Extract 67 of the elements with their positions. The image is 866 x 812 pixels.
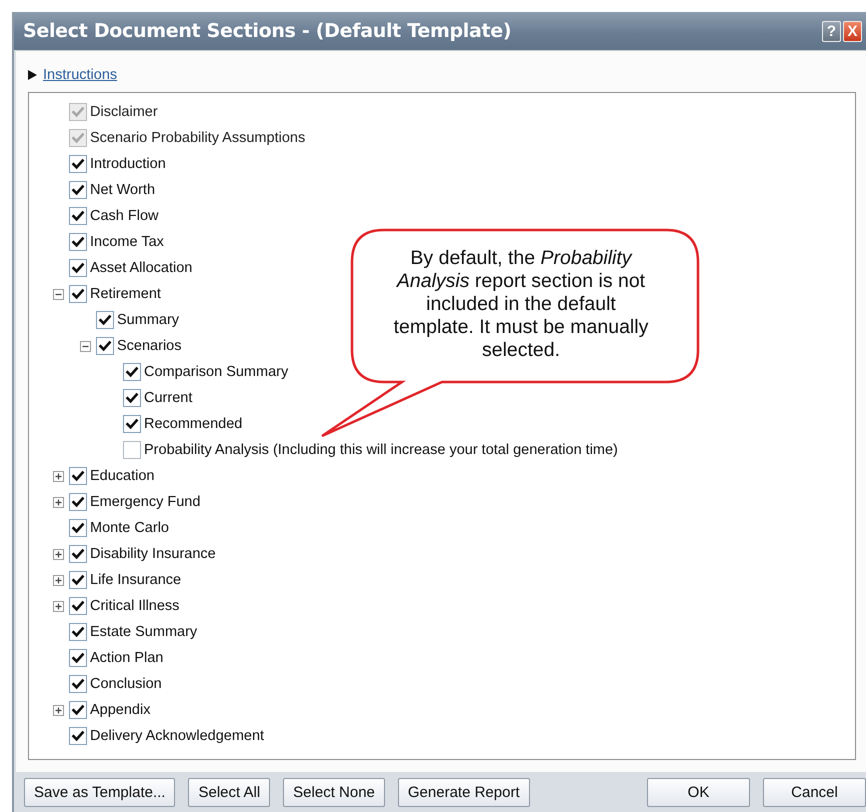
section-label: Asset Allocation	[90, 260, 192, 276]
section-label: Retirement	[90, 286, 161, 302]
section-label: Net Worth	[90, 182, 156, 198]
checkbox[interactable]	[69, 701, 87, 719]
section-label: Introduction	[90, 156, 166, 172]
window-title: Select Document Sections - (Default Template)	[23, 20, 512, 42]
collapse-icon[interactable]	[80, 340, 91, 352]
checkbox[interactable]	[69, 493, 87, 511]
section-label: Income Tax	[90, 234, 164, 250]
section-label: Scenarios	[117, 338, 182, 354]
section-label: Critical Illness	[90, 598, 180, 614]
dialog-button[interactable]: Cancel	[763, 778, 866, 806]
checkbox[interactable]	[69, 233, 87, 251]
section-label: Recommended	[144, 416, 242, 432]
section-label: Summary	[117, 312, 180, 328]
instructions-link[interactable]: Instructions	[43, 67, 118, 83]
checkbox[interactable]	[123, 363, 141, 381]
section-label: Education	[90, 468, 154, 484]
section-label: Action Plan	[90, 650, 164, 666]
section-label: Conclusion	[90, 676, 162, 692]
checkbox[interactable]	[69, 675, 87, 693]
checkbox[interactable]	[69, 597, 87, 615]
section-label: Scenario Probability Assumptions	[90, 130, 306, 146]
dialog-button[interactable]: Select None	[283, 778, 385, 806]
expand-icon[interactable]	[53, 600, 64, 612]
section-label: Disability Insurance	[90, 546, 216, 562]
checkbox[interactable]	[69, 519, 87, 537]
dialog-button[interactable]: OK	[647, 778, 750, 806]
section-label: Disclaimer	[90, 104, 158, 120]
checkbox[interactable]	[69, 155, 87, 173]
checkbox[interactable]	[69, 649, 87, 667]
checkbox[interactable]	[96, 337, 114, 355]
checkbox[interactable]	[123, 389, 141, 407]
triangle-icon[interactable]	[28, 70, 37, 80]
checkbox[interactable]	[69, 181, 87, 199]
expand-icon[interactable]	[53, 470, 64, 482]
checkbox[interactable]	[69, 207, 87, 225]
section-label: Monte Carlo	[90, 520, 169, 536]
checkbox[interactable]	[69, 467, 87, 485]
checkbox[interactable]	[96, 311, 114, 329]
section-label: Cash Flow	[90, 208, 158, 224]
checkbox[interactable]	[69, 259, 87, 277]
section-label: Appendix	[90, 702, 150, 718]
expand-icon[interactable]	[53, 496, 64, 508]
section-label: Delivery Acknowledgement	[90, 728, 264, 744]
section-label: Estate Summary	[90, 624, 198, 640]
expand-icon[interactable]	[53, 574, 64, 586]
dialog-button[interactable]: Generate Report	[398, 778, 530, 806]
section-label: Life Insurance	[90, 572, 182, 588]
section-label: Comparison Summary	[144, 364, 288, 380]
dialog-button[interactable]: Select All	[188, 778, 270, 806]
checkbox[interactable]	[69, 545, 87, 563]
close-button[interactable]: X	[843, 20, 862, 42]
expand-icon[interactable]	[53, 704, 64, 716]
checkbox[interactable]	[69, 571, 87, 589]
collapse-icon[interactable]	[53, 288, 64, 300]
expand-icon[interactable]	[53, 548, 64, 560]
section-label: Probability Analysis (Including this will increase your total generation time)	[144, 442, 618, 458]
checkbox[interactable]	[123, 415, 141, 433]
callout-text: By default, the Probability Analysis report section is not included in the default template. It must be manually selected.	[392, 247, 650, 362]
checkbox[interactable]	[123, 441, 141, 459]
checkbox[interactable]	[69, 285, 87, 303]
section-label: Current	[144, 390, 192, 406]
dialog-button[interactable]: Save as Template...	[24, 778, 176, 806]
checkbox[interactable]	[69, 727, 87, 745]
section-label: Emergency Fund	[90, 494, 200, 510]
checkbox[interactable]	[69, 623, 87, 641]
